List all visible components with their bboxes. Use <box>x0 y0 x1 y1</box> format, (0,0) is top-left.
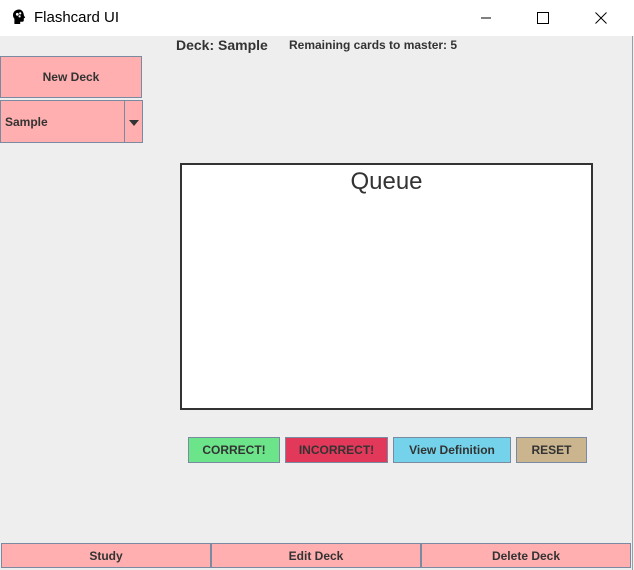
window-right-border <box>632 36 633 570</box>
close-icon <box>595 12 607 24</box>
study-button[interactable]: Study <box>1 543 211 568</box>
delete-deck-button[interactable]: Delete Deck <box>421 543 631 568</box>
incorrect-button[interactable]: INCORRECT! <box>285 437 388 463</box>
caret-down-icon <box>128 113 139 131</box>
deck-select-arrow-button[interactable] <box>124 101 142 142</box>
deck-select-value: Sample <box>5 115 48 129</box>
view-definition-button[interactable]: View Definition <box>393 437 511 463</box>
deck-select-dropdown[interactable]: Sample <box>0 100 143 143</box>
remaining-cards-label: Remaining cards to master: 5 <box>289 38 458 52</box>
flashcard-title: Queue <box>350 168 423 195</box>
maximize-button[interactable] <box>520 0 566 36</box>
maximize-icon <box>537 12 549 24</box>
close-button[interactable] <box>578 0 624 36</box>
reset-button[interactable]: RESET <box>516 437 587 463</box>
new-deck-button[interactable]: New Deck <box>0 56 142 98</box>
correct-button[interactable]: CORRECT! <box>188 437 280 463</box>
flashcard-display: Queue <box>180 163 593 410</box>
title-bar: Flashcard UI <box>0 0 634 36</box>
window-title: Flashcard UI <box>34 9 120 26</box>
minimize-button[interactable] <box>463 0 509 36</box>
deck-name-label: Deck: Sample <box>176 37 268 53</box>
minimize-icon <box>480 12 492 24</box>
edit-deck-button[interactable]: Edit Deck <box>211 543 421 568</box>
brain-head-icon <box>10 8 28 26</box>
